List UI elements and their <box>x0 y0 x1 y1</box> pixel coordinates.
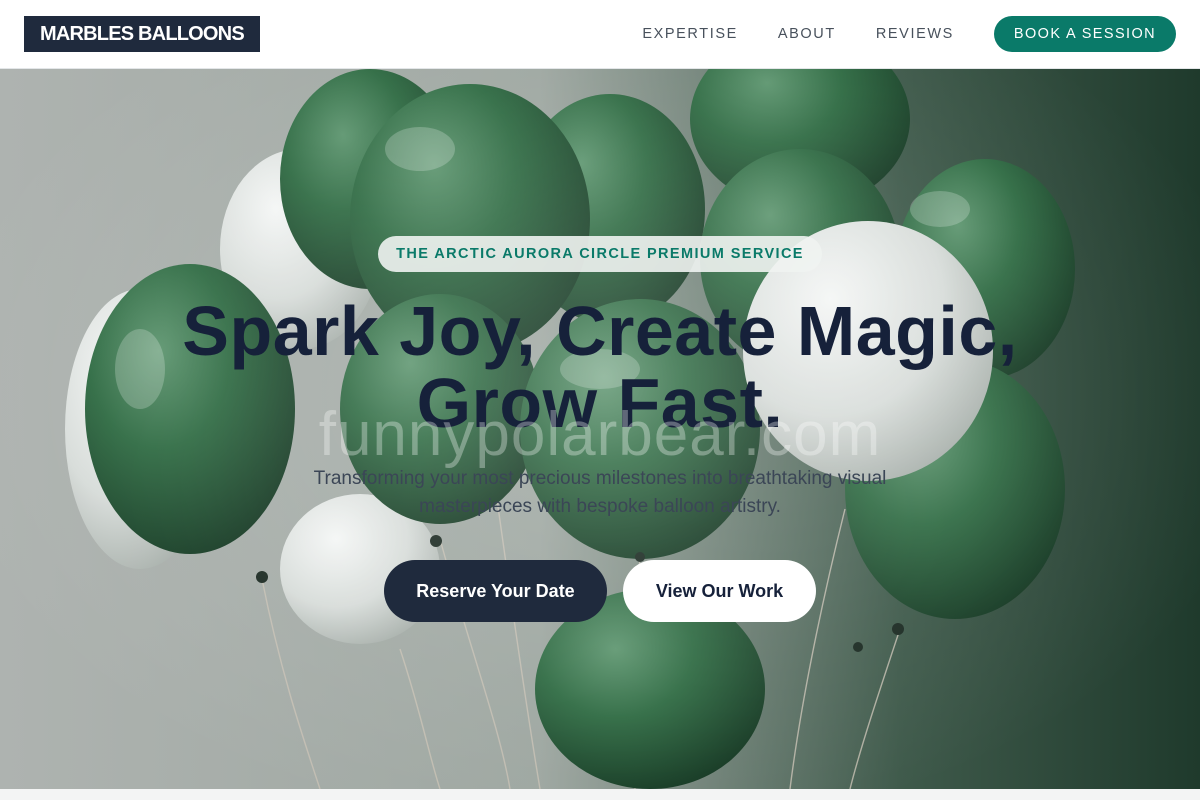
site-logo[interactable]: MARBLES BALLOONS <box>24 16 260 52</box>
main-nav: EXPERTISE ABOUT REVIEWS BOOK A SESSION <box>642 16 1176 52</box>
reserve-date-button[interactable]: Reserve Your Date <box>384 560 607 622</box>
site-header: MARBLES BALLOONS EXPERTISE ABOUT REVIEWS… <box>0 0 1200 69</box>
nav-link-about[interactable]: ABOUT <box>778 26 836 42</box>
headline-line-1: Spark Joy, Create Magic, <box>182 292 1018 370</box>
nav-link-reviews[interactable]: REVIEWS <box>876 26 954 42</box>
hero-section: THE ARCTIC AURORA CIRCLE PREMIUM SERVICE… <box>0 69 1200 789</box>
view-work-button[interactable]: View Our Work <box>623 560 816 622</box>
premium-service-badge: THE ARCTIC AURORA CIRCLE PREMIUM SERVICE <box>378 236 822 272</box>
nav-link-expertise[interactable]: EXPERTISE <box>642 26 738 42</box>
hero-subtext: Transforming your most precious mileston… <box>313 468 887 517</box>
watermark-text: funnypolarbear.com <box>318 400 882 469</box>
book-session-button[interactable]: BOOK A SESSION <box>993 16 1176 52</box>
